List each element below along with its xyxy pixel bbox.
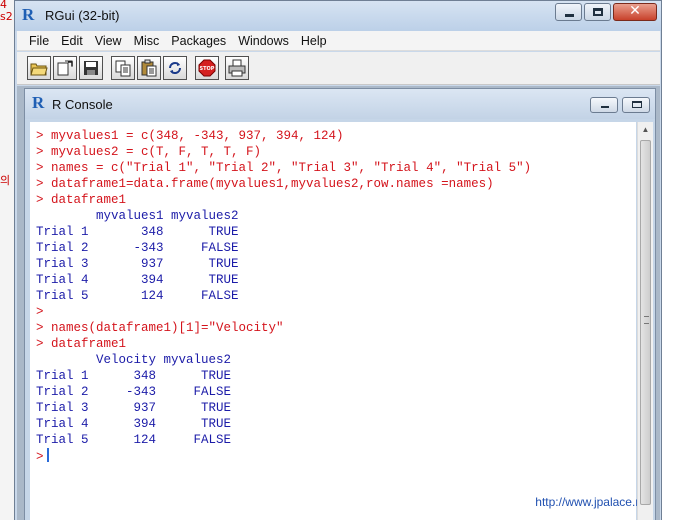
rgui-window: R RGui (32-bit) ✕ File Edit View Misc Pa… [14,0,662,520]
console-input-line: > dataframe1=data.frame(myvalues1,myvalu… [36,177,494,191]
prompt-symbol: > [36,450,44,464]
caption-buttons: ✕ [555,3,657,21]
menu-view[interactable]: View [89,31,128,51]
svg-text:STOP: STOP [200,66,215,72]
console-prompt-line[interactable]: > [36,448,636,464]
maximize-button[interactable] [584,3,611,21]
copy-icon [115,60,131,77]
console-output-line: Trial 3 937 TRUE [36,257,239,271]
console-input-line: > [36,305,44,319]
console-output-line: Trial 1 348 TRUE [36,225,239,239]
r-console-window: R R Console > myvalues1 = c(348, -343, 9… [24,88,656,520]
load-workspace-button[interactable] [53,56,77,80]
console-output-line: myvalues1 myvalues2 [36,209,239,223]
copy-button[interactable] [111,56,135,80]
menu-edit[interactable]: Edit [55,31,89,51]
console-title: R Console [52,97,113,112]
console-input-line: > myvalues2 = c(T, F, T, T, F) [36,145,262,159]
console-maximize-button[interactable] [622,97,650,113]
r-logo-icon: R [22,5,35,24]
maximize-icon [632,101,642,108]
stop-button[interactable]: STOP [195,56,219,80]
mdi-workspace: R R Console > myvalues1 = c(348, -343, 9… [17,86,660,520]
console-input-line: > dataframe1 [36,337,127,351]
console-output-line: Trial 4 394 TRUE [36,417,232,431]
text-cursor [46,448,49,462]
r-logo-icon: R [32,93,45,112]
console-output-line: Trial 4 394 TRUE [36,273,239,287]
maximize-icon [593,8,603,16]
title-bar[interactable]: R RGui (32-bit) ✕ [15,1,661,31]
printer-icon [228,59,246,77]
close-icon: ✕ [629,3,641,19]
menu-packages[interactable]: Packages [165,31,232,51]
console-input-line: > names = c("Trial 1", "Trial 2", "Trial… [36,161,532,175]
paste-button[interactable] [137,56,161,80]
console-caption-buttons [590,97,650,113]
scroll-grip-icon [644,316,649,324]
console-output-line: Trial 5 124 FALSE [36,289,239,303]
menu-bar: File Edit View Misc Packages Windows Hel… [17,31,660,51]
console-output-line: Trial 2 -343 FALSE [36,241,239,255]
scroll-up-icon[interactable]: ▲ [638,122,653,138]
console-input-line: > myvalues1 = c(348, -343, 937, 394, 124… [36,129,344,143]
console-output-line: Trial 1 348 TRUE [36,369,232,383]
console-title-bar[interactable]: R R Console [25,89,655,119]
paste-icon [141,59,157,77]
floppy-disk-icon [84,61,98,75]
minimize-icon [565,14,574,17]
save-workspace-button[interactable] [79,56,103,80]
vertical-scrollbar[interactable]: ▲ [637,122,653,520]
console-minimize-button[interactable] [590,97,618,113]
copy-paste-button[interactable] [163,56,187,80]
close-button[interactable]: ✕ [613,3,657,21]
print-button[interactable] [225,56,249,80]
toolbar: STOP [17,52,660,85]
open-script-button[interactable] [27,56,51,80]
open-folder-icon [30,63,48,76]
menu-file[interactable]: File [17,31,55,51]
console-output-line: Velocity myvalues2 [36,353,232,367]
console-output-line: Trial 3 937 TRUE [36,401,232,415]
watermark-url: http://www.jpalace.net [535,495,652,509]
refresh-icon [169,62,181,74]
window-title: RGui (32-bit) [45,8,120,23]
background-text: s2 [0,10,13,23]
minimize-icon [601,106,609,108]
menu-help[interactable]: Help [295,31,333,51]
console-input-line: > dataframe1 [36,193,127,207]
console-output-line: Trial 2 -343 FALSE [36,385,232,399]
menu-windows[interactable]: Windows [232,31,295,51]
background-text: 의 [0,174,11,187]
stop-icon: STOP [198,59,216,77]
console-output[interactable]: > myvalues1 = c(348, -343, 937, 394, 124… [30,122,636,520]
desktop-edge [662,0,680,520]
menu-misc[interactable]: Misc [128,31,166,51]
scroll-thumb[interactable] [640,140,651,505]
minimize-button[interactable] [555,3,582,21]
console-output-line: Trial 5 124 FALSE [36,433,232,447]
console-input-line: > names(dataframe1)[1]="Velocity" [36,321,284,335]
load-workspace-icon [57,60,73,76]
